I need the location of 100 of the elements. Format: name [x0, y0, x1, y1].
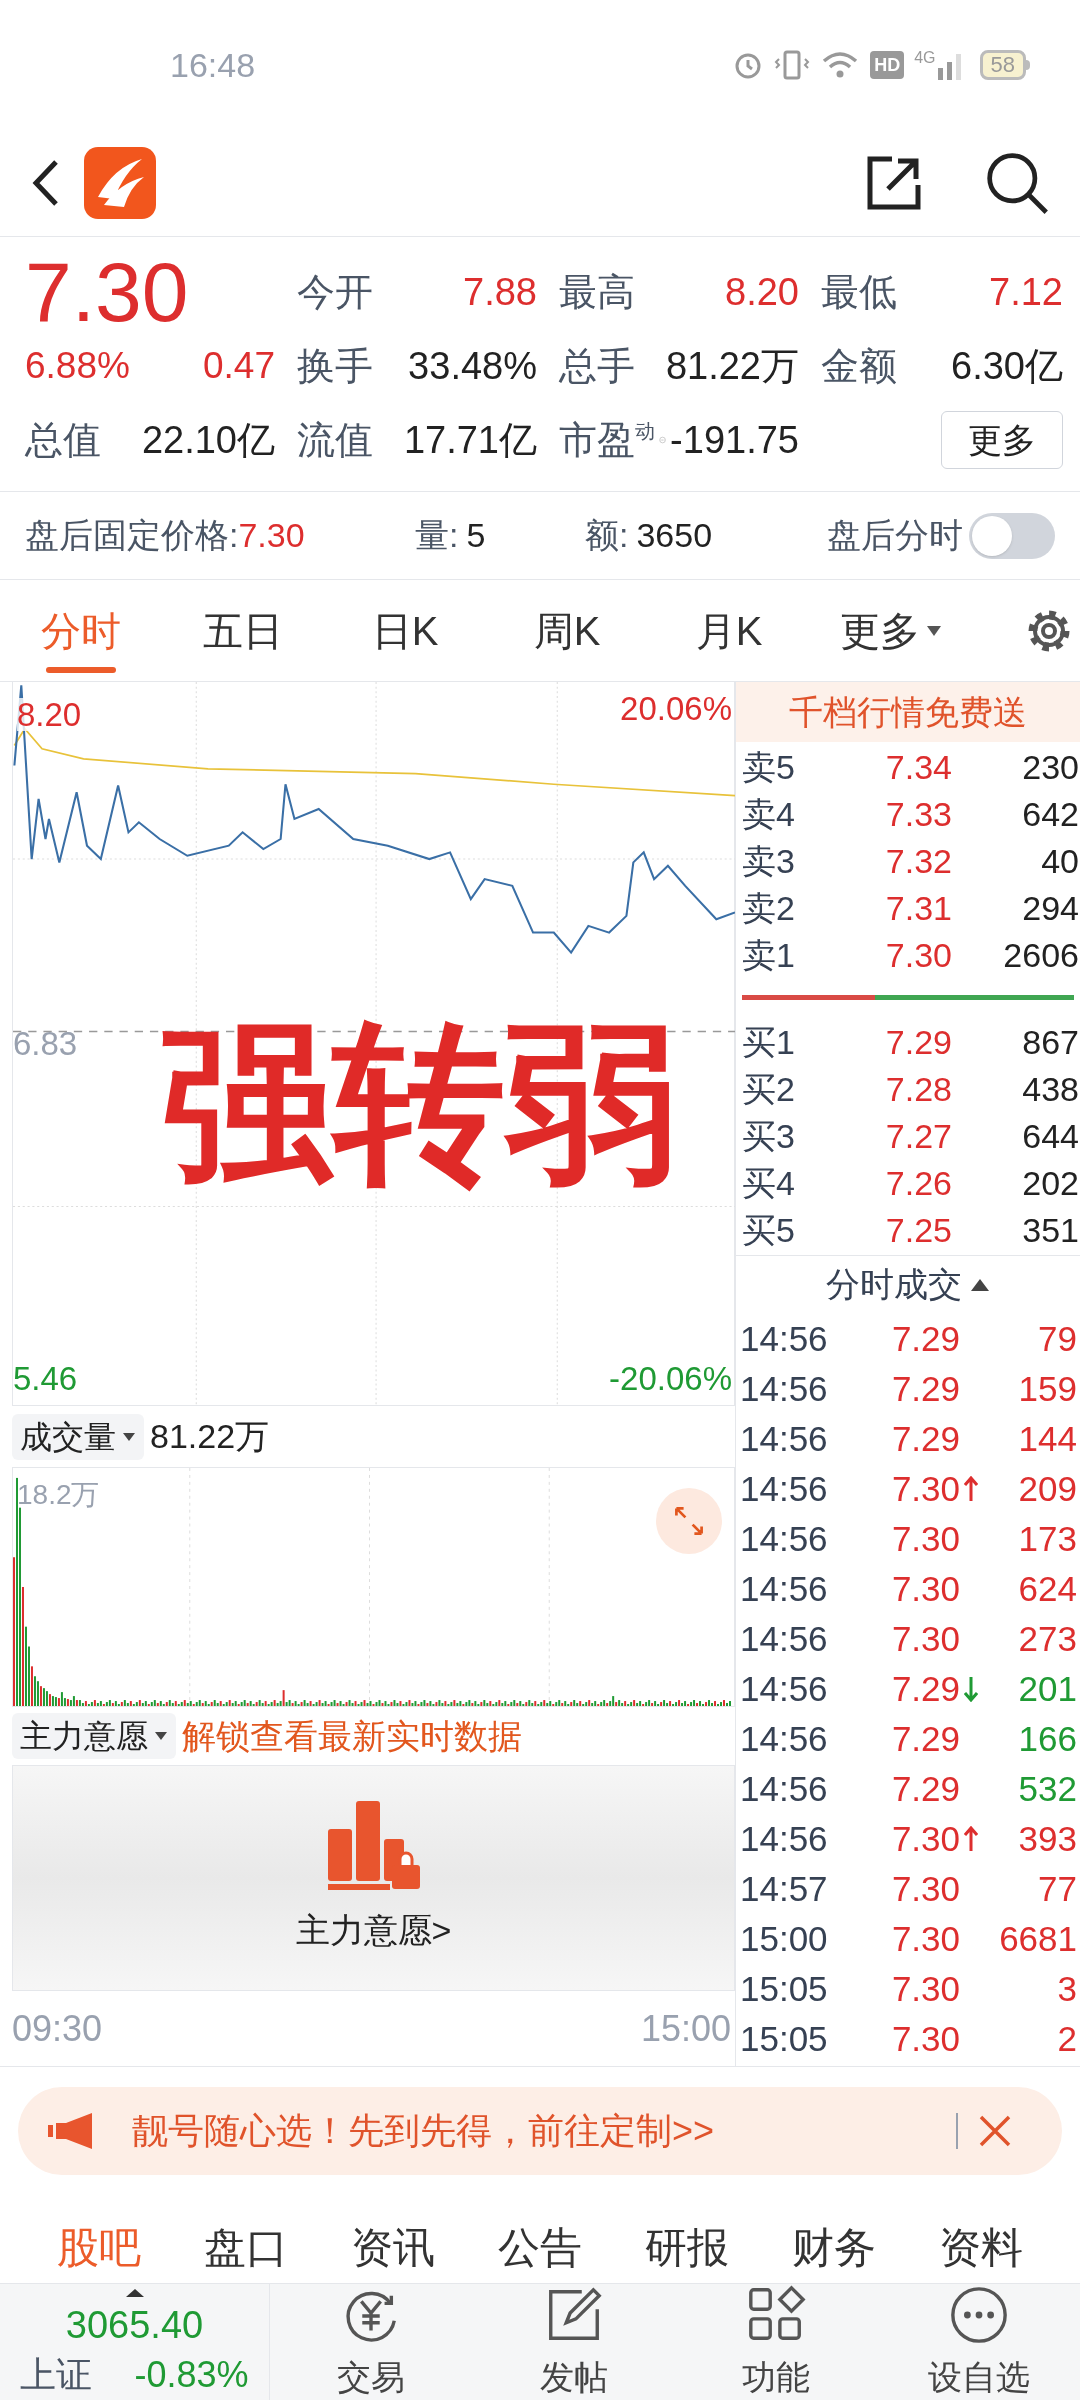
up-arrow-icon	[964, 1476, 978, 1503]
book-price: 7.26	[884, 1163, 952, 1204]
market-index-widget[interactable]: 3065.40 上证 -0.83%	[0, 2284, 270, 2400]
trade-price: 7.29	[890, 1318, 960, 1360]
close-icon[interactable]	[978, 2114, 1012, 2148]
locked-chart-icon	[327, 1800, 420, 1891]
nav-item[interactable]: 功能	[675, 2284, 878, 2400]
trade-volume: 77	[1037, 1868, 1077, 1910]
trade-time: 14:56	[740, 1618, 829, 1660]
book-label: 卖1	[742, 935, 796, 976]
trade-volume: 532	[1017, 1768, 1077, 1810]
book-price: 7.25	[884, 1210, 952, 1251]
more-button[interactable]: 更多	[941, 411, 1063, 469]
trade-price: 7.30	[890, 1868, 960, 1910]
section-tab[interactable]: 资讯	[319, 2211, 466, 2283]
trade-volume: 173	[1017, 1518, 1077, 1560]
app-logo	[84, 147, 156, 219]
change-amount: 0.47	[203, 344, 275, 389]
trade-time: 15:05	[740, 2018, 829, 2060]
axis-label: 6.83	[13, 1027, 78, 1060]
after-hours-toggle[interactable]	[969, 512, 1055, 559]
trade-volume: 159	[1017, 1368, 1077, 1410]
axis-label: 5.46	[13, 1362, 78, 1395]
section-tab[interactable]: 财务	[760, 2211, 907, 2283]
amount-label: 额:	[585, 515, 629, 556]
book-volume: 202	[1021, 1163, 1079, 1204]
vibrate-icon	[774, 49, 811, 81]
stat-value: 7.88	[463, 269, 537, 315]
indicator-dropdown[interactable]: 成交量	[12, 1413, 144, 1460]
sort-icon[interactable]	[970, 1277, 990, 1292]
trade-time: 14:56	[740, 1668, 829, 1710]
section-tab[interactable]: 公告	[466, 2211, 613, 2283]
trade-volume: 79	[1037, 1318, 1077, 1360]
trade-time: 14:57	[740, 1868, 829, 1910]
book-volume: 230	[1021, 747, 1079, 788]
book-volume: 294	[1021, 888, 1079, 929]
section-tab[interactable]: 盘口	[172, 2211, 319, 2283]
chart-tab[interactable]: 五日	[162, 580, 324, 681]
axis-label: 8.20	[17, 698, 82, 731]
locked-panel[interactable]: 主力意愿>	[12, 1765, 735, 1991]
trade-volume: 144	[1017, 1418, 1077, 1460]
volume-total: 81.22万	[150, 1416, 270, 1457]
time-axis-label: 15:00	[640, 2006, 731, 2051]
book-volume: 867	[1021, 1022, 1079, 1063]
unlock-link[interactable]: 解锁查看最新实时数据	[182, 1710, 522, 1762]
book-price: 7.33	[884, 794, 952, 835]
stat-value: 7.12	[989, 269, 1063, 315]
trade-price: 7.30	[890, 1568, 960, 1610]
up-arrow-icon	[964, 1826, 978, 1853]
trade-price: 7.30	[890, 1618, 960, 1660]
stat-label: 换手	[297, 343, 373, 389]
book-label: 买3	[742, 1116, 796, 1157]
stat-value: 8.20	[725, 269, 799, 315]
section-tab[interactable]: 资料	[907, 2211, 1054, 2283]
book-label: 买2	[742, 1069, 796, 1110]
trade-time: 14:56	[740, 1368, 829, 1410]
axis-label: 18.2万	[17, 1478, 100, 1512]
index-change: -0.83%	[134, 2353, 249, 2397]
trade-volume: 393	[1017, 1818, 1077, 1860]
trade-time: 14:56	[740, 1718, 829, 1760]
stat-value: 17.71亿	[403, 417, 537, 463]
trade-volume: 624	[1017, 1568, 1077, 1610]
book-price: 7.31	[884, 888, 952, 929]
caret-icon	[122, 1431, 136, 1442]
book-volume: 40	[1040, 841, 1079, 882]
status-time: 16:48	[170, 44, 256, 86]
time-axis-label: 09:30	[12, 2006, 103, 2051]
down-arrow-icon	[964, 1676, 978, 1703]
axis-label: 20.06%	[620, 692, 732, 725]
search-icon[interactable]	[984, 150, 1050, 216]
toggle-label: 盘后分时	[827, 515, 963, 556]
stat-label: 总值	[25, 417, 101, 463]
battery-indicator: 58	[979, 50, 1030, 80]
section-tab[interactable]: 研报	[613, 2211, 760, 2283]
trade-price: 7.30	[890, 1518, 960, 1560]
trade-volume: 273	[1017, 1618, 1077, 1660]
stat-label: 总手	[559, 343, 635, 389]
chart-tab[interactable]: 更多	[810, 580, 972, 681]
volume-value: 5	[466, 515, 486, 556]
indicator-dropdown[interactable]: 主力意愿	[12, 1713, 176, 1759]
nav-item[interactable]: 交易	[270, 2284, 473, 2400]
chart-tab[interactable]: 月K	[648, 580, 810, 681]
nav-item[interactable]: 设自选	[877, 2284, 1080, 2400]
trade-price: 7.30	[890, 1818, 960, 1860]
book-label: 卖2	[742, 888, 796, 929]
back-icon[interactable]	[30, 158, 60, 208]
after-hours-price: 7.30	[238, 515, 305, 556]
caret-icon	[926, 624, 942, 637]
trade-price: 7.29	[890, 1418, 960, 1460]
trade-volume: 2	[1056, 2018, 1077, 2060]
chart-tab[interactable]: 日K	[324, 580, 486, 681]
trades-title: 分时成交	[826, 1264, 962, 1305]
book-label: 卖3	[742, 841, 796, 882]
trade-time: 14:56	[740, 1518, 829, 1560]
book-label: 买5	[742, 1210, 796, 1251]
trade-volume: 3	[1056, 1968, 1077, 2010]
trade-price: 7.30	[890, 1918, 960, 1960]
chart-tab[interactable]: 周K	[486, 580, 648, 681]
trade-price: 7.30	[890, 2018, 960, 2060]
nav-item[interactable]: 发帖	[472, 2284, 675, 2400]
